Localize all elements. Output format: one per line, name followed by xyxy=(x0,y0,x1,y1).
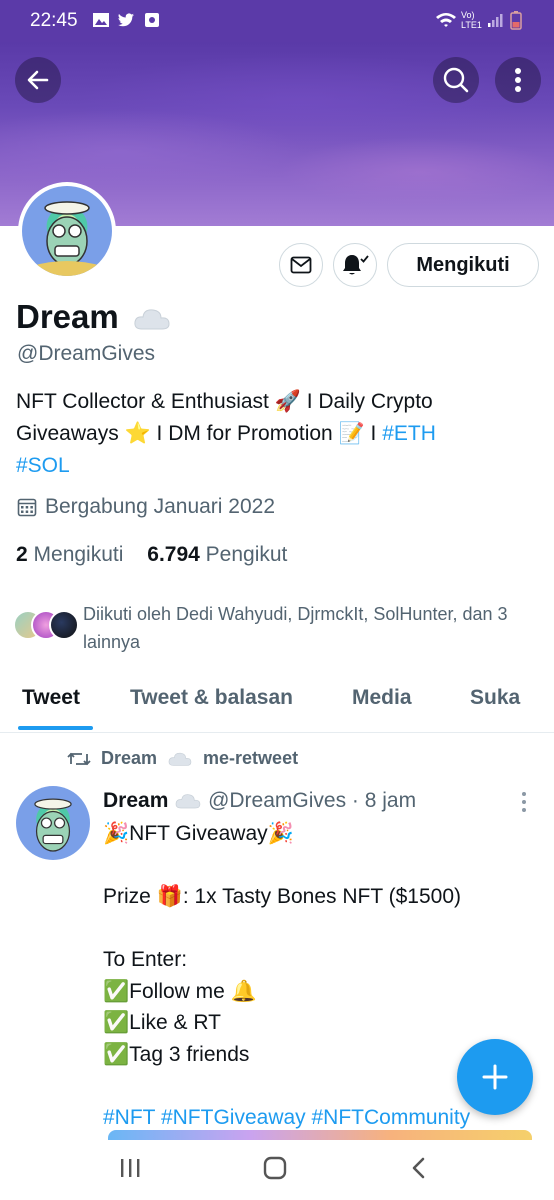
join-date: Bergabung Januari 2022 xyxy=(17,495,275,519)
profile-name: Dream xyxy=(16,298,172,336)
tweet-text: 🎉NFT Giveaway🎉 Prize 🎁: 1x Tasty Bones N… xyxy=(103,822,462,1066)
tweet-more-button[interactable] xyxy=(522,792,528,816)
home-icon[interactable] xyxy=(262,1156,288,1180)
followed-by-row[interactable]: Diikuti oleh Dedi Wahyudi, DjrmckIt, Sol… xyxy=(13,600,523,656)
bio-text: NFT Collector & Enthusiast 🚀 I Daily Cry… xyxy=(16,390,433,445)
profile-name-text: Dream xyxy=(16,298,119,335)
ape-avatar-icon xyxy=(32,201,102,276)
following-button[interactable]: Mengikuti xyxy=(387,243,539,287)
dot xyxy=(522,800,526,804)
tweet-author-avatar[interactable] xyxy=(16,786,90,860)
hashtag-sol-link[interactable]: #SOL xyxy=(16,454,70,477)
app-notification-icon xyxy=(145,13,159,27)
search-button[interactable] xyxy=(433,57,479,103)
compose-tweet-button[interactable] xyxy=(457,1039,533,1115)
tab-tweet-replies[interactable]: Tweet & balasan xyxy=(130,686,293,710)
dot xyxy=(522,808,526,812)
followers-label: Pengikut xyxy=(205,543,288,566)
retweet-suffix: me-retweet xyxy=(203,748,299,768)
profile-handle: @DreamGives xyxy=(17,342,156,365)
network-type: Vo) LTE1 xyxy=(461,10,482,30)
hashtag-eth-link[interactable]: #ETH xyxy=(382,422,436,445)
tweet-author-name[interactable]: Dream xyxy=(103,789,168,812)
wifi-icon xyxy=(436,13,456,27)
more-options-button[interactable] xyxy=(495,57,541,103)
gallery-icon xyxy=(93,13,109,27)
tweet-media-preview[interactable] xyxy=(108,1130,532,1140)
mutual-avatar xyxy=(49,610,79,640)
more-vertical-icon xyxy=(515,68,521,92)
following-label: Mengikuti xyxy=(33,543,124,566)
join-date-text: Bergabung Januari 2022 xyxy=(45,495,276,518)
following-count-link[interactable]: 2 Mengikuti xyxy=(16,543,123,566)
active-tab-indicator xyxy=(18,726,93,730)
bell-check-icon xyxy=(343,255,369,275)
system-nav-bar xyxy=(0,1140,554,1200)
back-button[interactable] xyxy=(15,57,61,103)
following-count: 2 xyxy=(16,543,28,566)
mutual-avatars xyxy=(13,610,79,640)
tweet-time: · 8 jam xyxy=(351,789,417,812)
envelope-icon xyxy=(290,256,312,274)
cloud-icon xyxy=(168,752,192,766)
twitter-icon xyxy=(118,13,134,27)
tweet-header: Dream @DreamGives · 8 jam xyxy=(103,789,416,813)
notifications-button[interactable] xyxy=(333,243,377,287)
tweet-author-handle: @DreamGives xyxy=(208,789,347,812)
avatar-image xyxy=(22,186,112,276)
signal-icon xyxy=(488,14,503,27)
arrow-left-icon xyxy=(27,70,49,90)
retweet-name: Dream xyxy=(101,748,158,768)
battery-icon xyxy=(510,11,522,30)
cloud-icon xyxy=(175,794,201,809)
status-bar: 22:45 Vo) LTE1 xyxy=(0,0,554,42)
followers-count-link[interactable]: 6.794 Pengikut xyxy=(147,543,287,566)
followed-by-text: Diikuti oleh Dedi Wahyudi, DjrmckIt, Sol… xyxy=(83,604,508,652)
profile-bio: NFT Collector & Enthusiast 🚀 I Daily Cry… xyxy=(16,386,536,482)
back-nav-icon[interactable] xyxy=(408,1156,428,1180)
tab-tweet[interactable]: Tweet xyxy=(22,686,80,710)
followers-count: 6.794 xyxy=(147,543,200,566)
status-time: 22:45 xyxy=(30,10,78,31)
tweet-hashtags[interactable]: #NFT #NFTGiveaway #NFTCommunity xyxy=(103,1106,470,1129)
retweet-icon xyxy=(67,752,91,765)
message-button[interactable] xyxy=(279,243,323,287)
dot xyxy=(522,792,526,796)
recent-apps-icon[interactable] xyxy=(118,1157,142,1179)
tab-media[interactable]: Media xyxy=(352,686,412,710)
tab-likes[interactable]: Suka xyxy=(470,686,520,710)
plus-icon xyxy=(482,1064,508,1090)
retweet-context[interactable]: Dream me-retweet xyxy=(67,748,298,769)
cloud-icon xyxy=(134,309,170,330)
follow-counts: 2 Mengikuti 6.794 Pengikut xyxy=(16,543,287,567)
calendar-icon xyxy=(17,498,37,517)
search-icon xyxy=(443,67,469,93)
profile-avatar[interactable] xyxy=(18,182,116,280)
ape-avatar-icon xyxy=(34,798,72,852)
profile-tabs: Tweet Tweet & balasan Media Suka xyxy=(0,676,554,733)
